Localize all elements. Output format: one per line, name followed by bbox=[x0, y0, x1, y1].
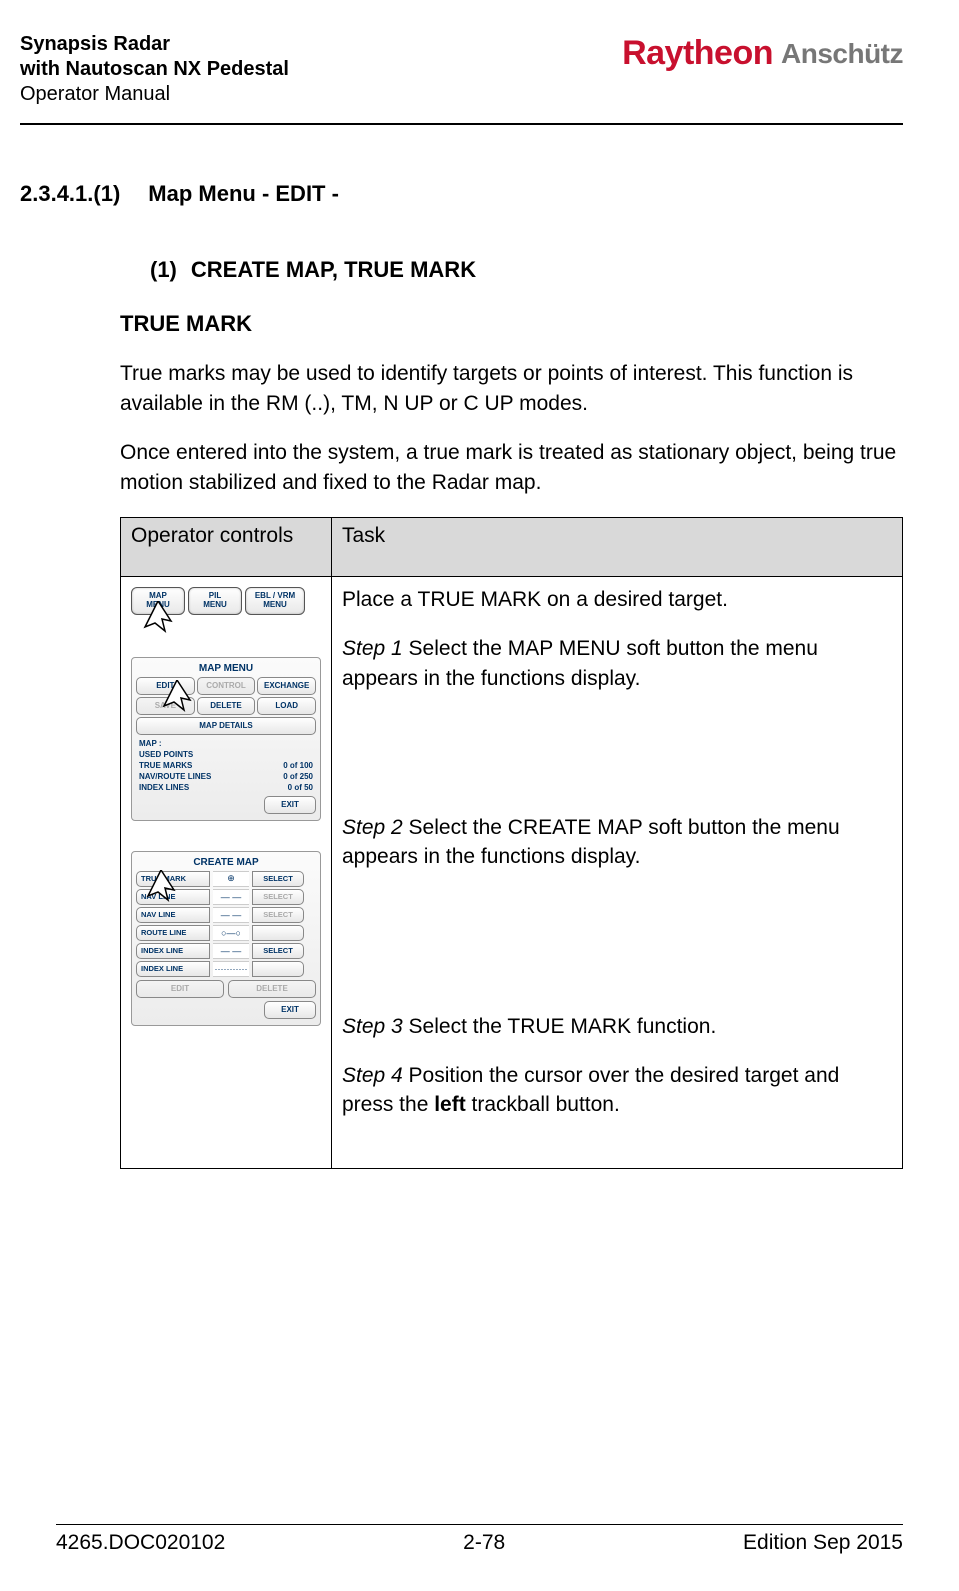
section-number: 2.3.4.1.(1) bbox=[20, 181, 120, 207]
nav-line-symbol-icon: — — bbox=[213, 889, 249, 905]
footer-doc-id: 4265.DOC020102 bbox=[56, 1531, 225, 1555]
doc-subtitle: Operator Manual bbox=[20, 82, 289, 107]
index-lines-value: 0 of 50 bbox=[288, 783, 313, 792]
subsection-heading: (1) CREATE MAP, TRUE MARK bbox=[20, 257, 903, 283]
map-menu-title: MAP MENU bbox=[136, 663, 316, 674]
nav-line-select-button-2[interactable]: SELECT bbox=[252, 907, 304, 923]
th-task: Task bbox=[332, 517, 903, 576]
task-step-4: Step 4 Position the cursor over the desi… bbox=[342, 1061, 892, 1120]
th-operator-controls: Operator controls bbox=[121, 517, 332, 576]
route-line-select-button[interactable] bbox=[252, 925, 304, 941]
nav-line-option-2[interactable]: NAV LINE bbox=[136, 907, 210, 923]
index-line-symbol-icon: — — bbox=[213, 943, 249, 959]
used-points-label: USED POINTS bbox=[139, 750, 193, 759]
figure-create-map: CREATE MAP TRUE MARK ⊕ SELECT NAV LINE —… bbox=[131, 851, 321, 1026]
control-button[interactable]: CONTROL bbox=[197, 677, 256, 695]
pil-menu-label-2: MENU bbox=[203, 601, 227, 609]
nav-line-select-button[interactable]: SELECT bbox=[252, 889, 304, 905]
step-2-text: Select the CREATE MAP soft button the me… bbox=[342, 816, 840, 868]
step-1-label: Step 1 bbox=[342, 637, 403, 660]
subsection-number: (1) bbox=[150, 257, 177, 283]
step-2-label: Step 2 bbox=[342, 816, 403, 839]
cell-task: Place a TRUE MARK on a desired target. S… bbox=[332, 576, 903, 1168]
brand-raytheon: Raytheon bbox=[622, 34, 773, 73]
true-marks-value: 0 of 100 bbox=[283, 761, 313, 770]
sub-heading: TRUE MARK bbox=[20, 311, 903, 337]
true-mark-symbol-icon: ⊕ bbox=[213, 871, 249, 887]
paragraph-1: True marks may be used to identify targe… bbox=[20, 359, 903, 420]
true-mark-select-button[interactable]: SELECT bbox=[252, 871, 304, 887]
paragraph-2: Once entered into the system, a true mar… bbox=[20, 438, 903, 499]
figure-map-menu: MAP MENU EDIT CONTROL EXCHANGE SAVE DELE… bbox=[131, 657, 321, 821]
page-footer: 4265.DOC020102 2-78 Edition Sep 2015 bbox=[56, 1524, 903, 1555]
cursor-arrow-icon bbox=[143, 601, 173, 633]
header-right: Raytheon Anschütz bbox=[622, 32, 903, 73]
ebl-vrm-menu-button[interactable]: EBL / VRM MENU bbox=[245, 587, 305, 615]
create-delete-button[interactable]: DELETE bbox=[228, 980, 316, 998]
cursor-arrow-icon bbox=[146, 870, 176, 902]
route-line-option[interactable]: ROUTE LINE bbox=[136, 925, 210, 941]
page-header: Synapsis Radar with Nautoscan NX Pedesta… bbox=[20, 32, 903, 117]
index-line-option-2[interactable]: INDEX LINE bbox=[136, 961, 210, 977]
index-line-option[interactable]: INDEX LINE bbox=[136, 943, 210, 959]
index-line-select-button-2[interactable] bbox=[252, 961, 304, 977]
index-line-select-button[interactable]: SELECT bbox=[252, 943, 304, 959]
step-4-bold: left bbox=[434, 1093, 466, 1116]
content: 2.3.4.1.(1) Map Menu - EDIT - (1) CREATE… bbox=[20, 125, 903, 1169]
ebl-vrm-label-2: MENU bbox=[263, 601, 287, 609]
exit-button[interactable]: EXIT bbox=[264, 796, 316, 814]
route-line-symbol-icon: ○—○ bbox=[213, 925, 249, 941]
task-step-1: Step 1 Select the MAP MENU soft button t… bbox=[342, 634, 892, 693]
create-exit-button[interactable]: EXIT bbox=[264, 1001, 316, 1019]
step-4-label: Step 4 bbox=[342, 1064, 403, 1087]
task-step-2: Step 2 Select the CREATE MAP soft button… bbox=[342, 813, 892, 872]
create-edit-button[interactable]: EDIT bbox=[136, 980, 224, 998]
nav-route-lines-label: NAV/ROUTE LINES bbox=[139, 772, 211, 781]
header-left: Synapsis Radar with Nautoscan NX Pedesta… bbox=[20, 32, 289, 107]
section-title: Map Menu - EDIT - bbox=[148, 181, 339, 207]
step-4-text-b: trackball button. bbox=[466, 1093, 620, 1116]
index-line-symbol-2-icon: ··········· bbox=[213, 961, 249, 977]
delete-button[interactable]: DELETE bbox=[197, 697, 256, 715]
step-3-text: Select the TRUE MARK function. bbox=[403, 1015, 717, 1038]
task-step-3: Step 3 Select the TRUE MARK function. bbox=[342, 1012, 892, 1041]
cursor-arrow-icon bbox=[162, 680, 192, 712]
exchange-button[interactable]: EXCHANGE bbox=[257, 677, 316, 695]
create-map-title: CREATE MAP bbox=[136, 857, 316, 868]
map-details-button[interactable]: MAP DETAILS bbox=[136, 717, 316, 735]
footer-edition: Edition Sep 2015 bbox=[743, 1531, 903, 1555]
task-place: Place a TRUE MARK on a desired target. bbox=[342, 585, 892, 614]
step-1-text: Select the MAP MENU soft button the menu… bbox=[342, 637, 818, 689]
step-3-label: Step 3 bbox=[342, 1015, 403, 1038]
figure-softkeys: MAP MENU PIL MENU EBL / VRM MENU bbox=[131, 587, 321, 615]
index-lines-label: INDEX LINES bbox=[139, 783, 189, 792]
doc-title-1: Synapsis Radar bbox=[20, 32, 289, 57]
subsection-title: CREATE MAP, TRUE MARK bbox=[191, 257, 476, 283]
map-label: MAP : bbox=[139, 739, 162, 748]
section-heading: 2.3.4.1.(1) Map Menu - EDIT - bbox=[20, 181, 903, 207]
brand-anschutz: Anschütz bbox=[781, 38, 903, 70]
nav-line-symbol-2-icon: — — bbox=[213, 907, 249, 923]
load-button[interactable]: LOAD bbox=[257, 697, 316, 715]
doc-title-2: with Nautoscan NX Pedestal bbox=[20, 57, 289, 82]
footer-page-number: 2-78 bbox=[463, 1531, 505, 1555]
task-table: Operator controls Task MAP MENU PIL bbox=[120, 517, 903, 1169]
nav-route-lines-value: 0 of 250 bbox=[283, 772, 313, 781]
true-marks-label: TRUE MARKS bbox=[139, 761, 192, 770]
cell-operator-controls: MAP MENU PIL MENU EBL / VRM MENU bbox=[121, 576, 332, 1168]
pil-menu-button[interactable]: PIL MENU bbox=[188, 587, 242, 615]
